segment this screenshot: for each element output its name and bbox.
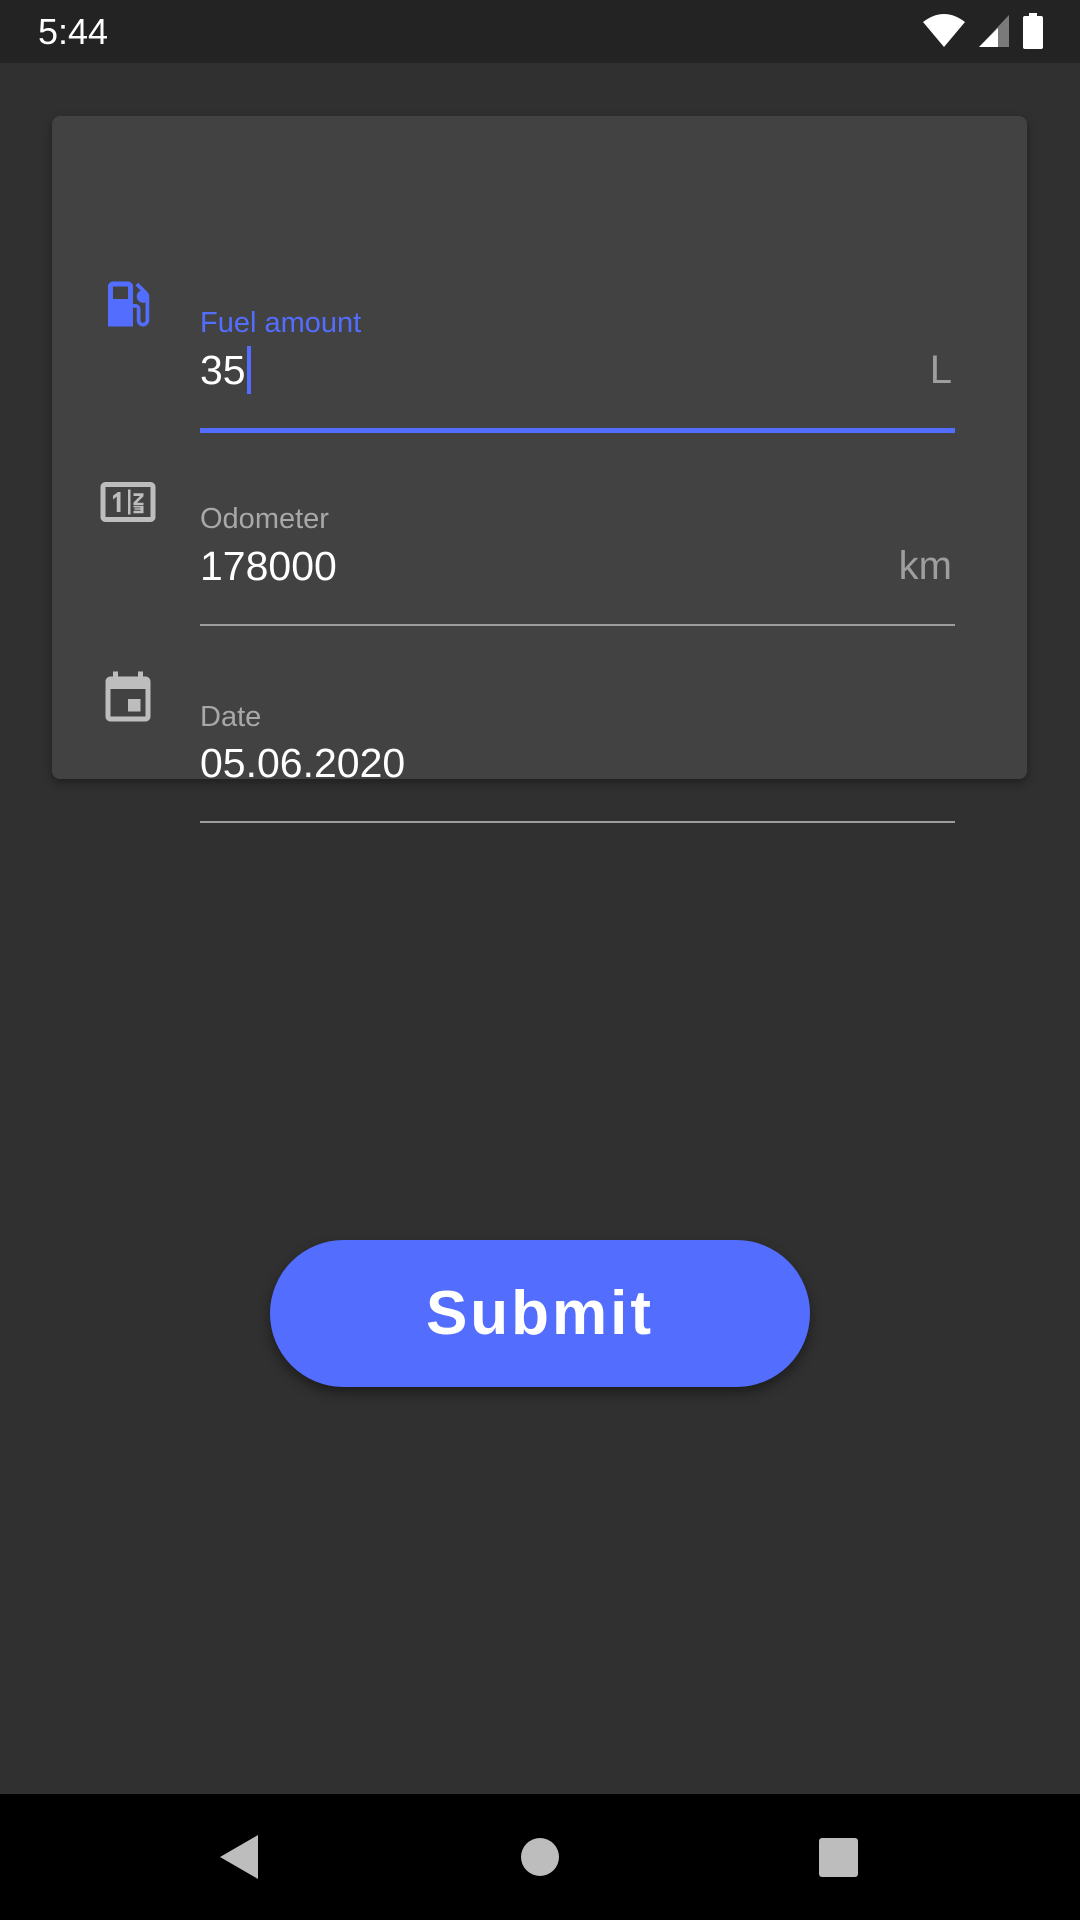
submit-button[interactable]: Submit [270,1240,810,1387]
odometer-field[interactable]: Odometer 178000 km [52,382,1027,626]
fuel-entry-card: Fuel amount 35 L Odometer 178000 km Date [52,116,1027,823]
odometer-label: Odometer [200,503,329,535]
home-icon[interactable] [510,1827,570,1887]
status-bar: 5:44 [0,0,1080,63]
fuel-pump-icon [98,274,158,334]
fuel-amount-label: Fuel amount [200,307,362,339]
date-underline [200,821,955,823]
wifi-icon [922,14,966,48]
recents-icon[interactable] [808,1827,868,1887]
fuel-amount-field[interactable]: Fuel amount 35 L [52,186,1027,433]
status-icons [922,13,1044,49]
calendar-icon [98,669,158,729]
date-label: Date [200,701,262,733]
status-time: 5:44 [38,11,109,52]
navigation-bar [0,1794,1080,1920]
odometer-icon [98,472,158,532]
date-field[interactable]: Date 05.06.2020 [52,579,1027,823]
date-value[interactable]: 05.06.2020 [200,739,405,787]
battery-icon [1022,13,1044,49]
cell-signal-icon [978,14,1010,48]
back-icon[interactable] [210,1827,270,1887]
